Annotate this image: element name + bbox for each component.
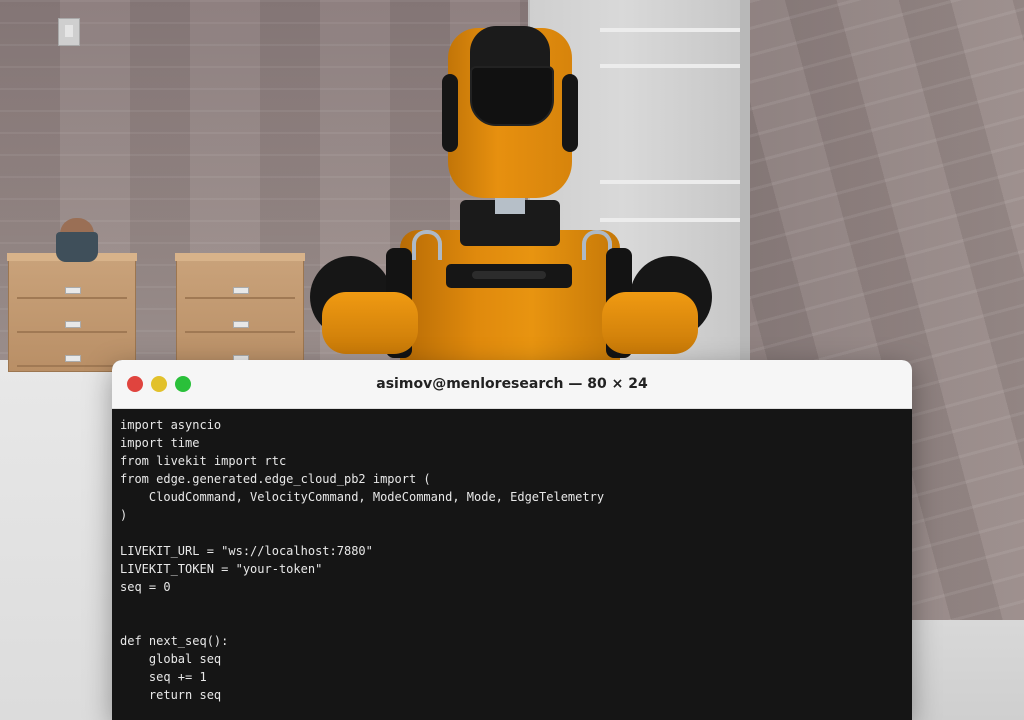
- dresser-left: [7, 253, 137, 372]
- code-line: seq = 0: [120, 580, 171, 594]
- terminal-output[interactable]: import asyncio import time from livekit …: [120, 416, 904, 704]
- code-line: global seq: [120, 652, 222, 666]
- code-line: def next_seq():: [120, 634, 229, 648]
- code-line: LIVEKIT_TOKEN = "your-token": [120, 562, 323, 576]
- terminal-title: asimov@menloresearch — 80 × 24: [376, 376, 648, 392]
- code-line: seq += 1: [120, 670, 207, 684]
- wall-outlet: [58, 18, 80, 46]
- code-line: ): [120, 508, 128, 522]
- plant-pot: [56, 218, 98, 262]
- terminal-window[interactable]: asimov@menloresearch — 80 × 24 import as…: [112, 360, 912, 720]
- robot-back-handle: [446, 264, 572, 288]
- robot-arm-left: [322, 292, 418, 354]
- code-line: CloudCommand, VelocityCommand, ModeComma…: [120, 490, 605, 504]
- code-line: import time: [120, 436, 200, 450]
- humanoid-robot: [300, 20, 720, 365]
- robot-visor: [470, 66, 554, 126]
- code-line: LIVEKIT_URL = "ws://localhost:7880": [120, 544, 373, 558]
- code-line: return seq: [120, 688, 222, 702]
- code-line: from livekit import rtc: [120, 454, 287, 468]
- code-line: from edge.generated.edge_cloud_pb2 impor…: [120, 472, 431, 486]
- code-line: import asyncio: [120, 418, 222, 432]
- terminal-titlebar[interactable]: asimov@menloresearch — 80 × 24: [112, 360, 912, 409]
- dresser-right: [175, 253, 305, 372]
- floor-right: [900, 620, 1024, 720]
- robot-arm-right: [602, 292, 698, 354]
